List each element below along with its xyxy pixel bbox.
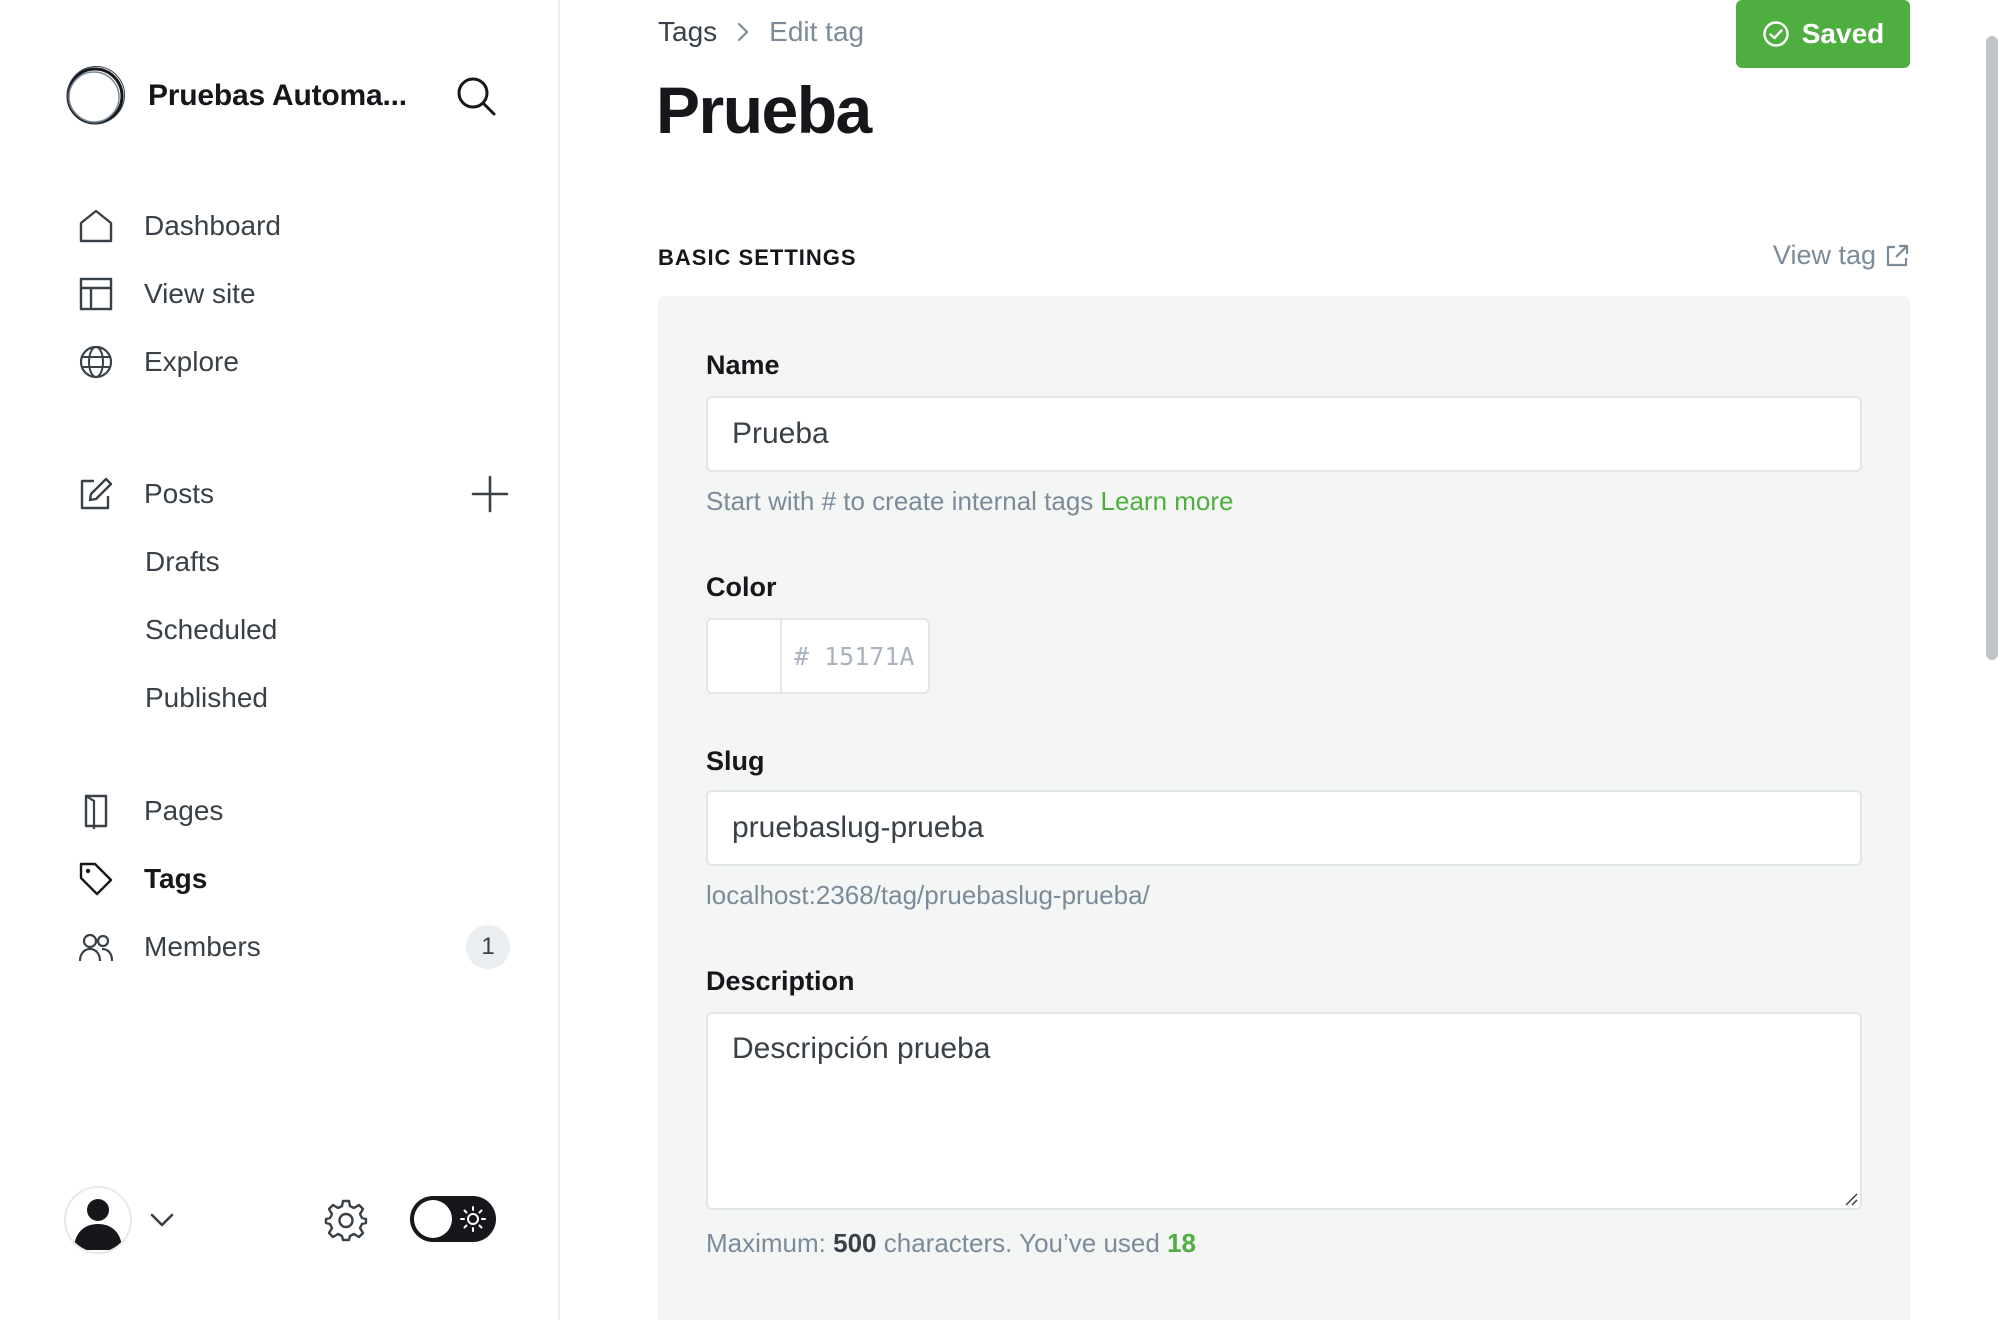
breadcrumb-current: Edit tag: [769, 16, 865, 47]
basic-settings-panel: Name Prueba Start with # to create inter…: [658, 296, 1910, 1320]
main-content: Tags Edit tag Prueba Saved BASIC SETTING…: [562, 0, 1982, 1320]
counter-prefix: Maximum:: [706, 1228, 826, 1258]
nav-primary: Dashboard View site Explore: [60, 192, 510, 396]
site-logo-icon[interactable]: [64, 65, 126, 127]
nav-label-tags: Tags: [144, 863, 208, 894]
nav-label-drafts: Drafts: [145, 546, 220, 577]
breadcrumb-tags-link[interactable]: Tags: [658, 16, 717, 48]
nav-posts: Posts Drafts Scheduled Published: [60, 460, 510, 732]
nav-item-tags[interactable]: Tags: [60, 845, 510, 913]
color-placeholder: 15171A: [824, 641, 915, 671]
color-swatch[interactable]: [708, 620, 782, 692]
view-tag-label: View tag: [1772, 240, 1876, 270]
sidebar-footer: [64, 1186, 504, 1254]
color-field: # 15171A: [706, 618, 930, 694]
nav-label-explore: Explore: [144, 346, 239, 377]
resize-grip-icon[interactable]: [1842, 1190, 1858, 1206]
slug-input[interactable]: pruebaslug-prueba: [706, 790, 1862, 866]
layout-icon: [76, 274, 116, 314]
globe-icon: [76, 342, 116, 382]
nav-secondary: Pages Tags Members 1: [60, 777, 510, 981]
name-hint-text: Start with # to create internal tags: [706, 486, 1094, 516]
page-icon: [76, 791, 116, 831]
home-icon: [76, 206, 116, 246]
counter-used: 18: [1167, 1228, 1196, 1258]
name-label: Name: [706, 350, 780, 380]
nav-label-view-site: View site: [144, 278, 256, 309]
user-silhouette-icon: [74, 1199, 122, 1250]
name-input[interactable]: Prueba: [706, 396, 1862, 472]
toggle-knob: [414, 1200, 452, 1238]
page-scrollbar[interactable]: [1986, 36, 1998, 660]
description-counter: Maximum: 500 characters. You’ve used 18: [706, 1228, 1196, 1259]
nav-item-scheduled[interactable]: Scheduled: [60, 596, 510, 664]
check-circle-icon: [1763, 21, 1789, 47]
members-icon: [76, 927, 116, 967]
sun-icon: [460, 1206, 486, 1232]
members-count-badge: 1: [466, 925, 510, 969]
nav-label-members: Members: [144, 931, 261, 962]
section-title: BASIC SETTINGS: [658, 245, 857, 270]
nav-label-published: Published: [145, 682, 268, 713]
nav-label-pages: Pages: [144, 795, 224, 826]
edit-icon: [76, 474, 116, 514]
nav-label-dashboard: Dashboard: [144, 210, 281, 241]
nav-item-drafts[interactable]: Drafts: [60, 528, 510, 596]
brand: Pruebas Automa...: [64, 64, 496, 128]
counter-limit: 500: [833, 1228, 877, 1258]
gear-icon[interactable]: [324, 1198, 368, 1242]
color-label: Color: [706, 572, 777, 602]
chevron-right-icon: [738, 22, 749, 42]
name-hint: Start with # to create internal tags Lea…: [706, 486, 1234, 517]
chevron-down-icon[interactable]: [148, 1206, 176, 1234]
tag-icon: [76, 859, 116, 899]
page-title: Prueba: [656, 73, 872, 147]
nav-label-posts: Posts: [144, 478, 215, 509]
counter-middle: characters. You’ve used: [883, 1228, 1160, 1258]
nav-item-posts[interactable]: Posts: [60, 460, 510, 528]
color-hex-input[interactable]: # 15171A: [782, 620, 928, 692]
view-tag-link[interactable]: View tag: [1773, 240, 1910, 271]
slug-url: localhost:2368/tag/pruebaslug-prueba/: [706, 880, 1150, 910]
external-link-icon: [1886, 244, 1909, 266]
saved-button-label: Saved: [1801, 18, 1885, 49]
sidebar: Pruebas Automa... Dashboard View site Ex…: [0, 0, 560, 1320]
search-icon[interactable]: [454, 74, 498, 118]
nav-item-pages[interactable]: Pages: [60, 777, 510, 845]
color-hash: #: [794, 641, 810, 671]
nav-item-explore[interactable]: Explore: [60, 328, 510, 396]
learn-more-link[interactable]: Learn more: [1101, 486, 1234, 516]
site-name[interactable]: Pruebas Automa...: [148, 79, 424, 113]
description-textarea[interactable]: Descripción prueba: [706, 1012, 1862, 1210]
slug-label: Slug: [706, 746, 765, 776]
nav-item-members[interactable]: Members 1: [60, 913, 510, 981]
nav-item-view-site[interactable]: View site: [60, 260, 510, 328]
breadcrumb: Tags Edit tag: [658, 16, 864, 48]
user-avatar[interactable]: [64, 1186, 132, 1254]
description-value: Descripción prueba: [732, 1032, 991, 1065]
saved-button[interactable]: Saved: [1736, 0, 1910, 68]
new-post-plus-icon[interactable]: [470, 474, 510, 514]
nav-item-dashboard[interactable]: Dashboard: [60, 192, 510, 260]
nav-label-scheduled: Scheduled: [145, 614, 278, 645]
theme-toggle[interactable]: [410, 1196, 496, 1242]
description-label: Description: [706, 966, 855, 996]
nav-item-published[interactable]: Published: [60, 664, 510, 732]
